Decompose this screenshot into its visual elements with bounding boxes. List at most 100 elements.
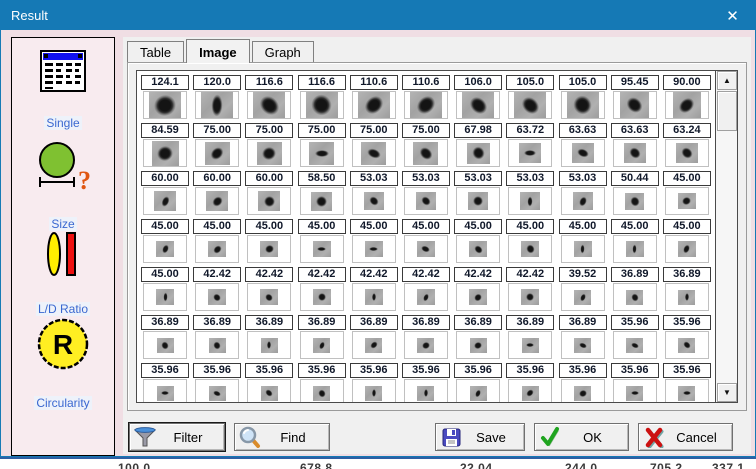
cell-value: 35.96 (245, 363, 293, 378)
image-cell[interactable]: 106.0 (454, 75, 502, 120)
image-cell[interactable]: 45.00 (141, 219, 189, 264)
image-cell[interactable]: 36.89 (298, 315, 346, 360)
image-cell[interactable]: 53.03 (402, 171, 450, 216)
image-cell[interactable]: 35.96 (402, 363, 450, 402)
image-cell[interactable]: 63.24 (663, 123, 711, 168)
image-cell[interactable]: 35.96 (245, 363, 293, 402)
tab-image[interactable]: Image (186, 39, 250, 63)
image-cell[interactable]: 50.44 (611, 171, 659, 216)
image-cell[interactable]: 95.45 (611, 75, 659, 120)
image-cell[interactable]: 36.89 (506, 315, 554, 360)
tab-graph[interactable]: Graph (252, 41, 314, 63)
image-cell[interactable]: 35.96 (193, 363, 241, 402)
image-cell[interactable]: 35.96 (611, 363, 659, 402)
cell-value: 45.00 (663, 171, 711, 186)
scrollbar-thumb[interactable] (717, 91, 737, 131)
image-cell[interactable]: 45.00 (454, 219, 502, 264)
image-cell[interactable]: 36.89 (402, 315, 450, 360)
image-cell[interactable]: 45.00 (350, 219, 398, 264)
image-cell[interactable]: 45.00 (663, 171, 711, 216)
image-cell[interactable]: 42.42 (193, 267, 241, 312)
image-cell[interactable]: 45.00 (141, 267, 189, 312)
save-button[interactable]: Save (435, 423, 525, 451)
image-cell[interactable]: 120.0 (193, 75, 241, 120)
image-cell[interactable]: 36.89 (611, 267, 659, 312)
image-cell[interactable]: 75.00 (245, 123, 293, 168)
image-cell[interactable]: 63.72 (506, 123, 554, 168)
image-cell[interactable]: 35.96 (663, 363, 711, 402)
image-cell[interactable]: 45.00 (559, 219, 607, 264)
sidebar-item-ld-ratio[interactable]: L/D Ratio (12, 230, 114, 318)
image-cell[interactable]: 35.96 (350, 363, 398, 402)
image-cell[interactable]: 63.63 (611, 123, 659, 168)
image-cell[interactable]: 45.00 (402, 219, 450, 264)
image-cell[interactable]: 53.03 (506, 171, 554, 216)
scroll-up-button[interactable]: ▲ (717, 71, 737, 90)
image-cell[interactable]: 105.0 (506, 75, 554, 120)
cell-value: 63.63 (559, 123, 607, 138)
image-cell[interactable]: 35.96 (611, 315, 659, 360)
image-cell[interactable]: 35.96 (454, 363, 502, 402)
image-cell[interactable]: 36.89 (350, 315, 398, 360)
image-cell[interactable]: 75.00 (350, 123, 398, 168)
image-cell[interactable]: 67.98 (454, 123, 502, 168)
image-cell[interactable]: 36.89 (193, 315, 241, 360)
image-cell[interactable]: 36.89 (141, 315, 189, 360)
vertical-scrollbar[interactable]: ▲ ▼ (715, 71, 737, 402)
image-cell[interactable]: 75.00 (298, 123, 346, 168)
image-cell[interactable]: 53.03 (350, 171, 398, 216)
image-cell[interactable]: 124.1 (141, 75, 189, 120)
image-cell[interactable]: 36.89 (663, 267, 711, 312)
cell-value: 36.89 (245, 315, 293, 330)
image-cell[interactable]: 45.00 (611, 219, 659, 264)
image-cell[interactable]: 39.52 (559, 267, 607, 312)
image-cell[interactable]: 75.00 (402, 123, 450, 168)
image-cell[interactable]: 42.42 (298, 267, 346, 312)
image-cell[interactable]: 110.6 (402, 75, 450, 120)
image-cell[interactable]: 35.96 (141, 363, 189, 402)
image-cell[interactable]: 35.96 (559, 363, 607, 402)
image-cell[interactable]: 45.00 (298, 219, 346, 264)
tab-table[interactable]: Table (127, 41, 184, 63)
sidebar-item-circularity[interactable]: R Circularity (12, 316, 114, 412)
image-cell[interactable]: 42.42 (506, 267, 554, 312)
find-button[interactable]: Find (234, 423, 330, 451)
cancel-button[interactable]: Cancel (638, 423, 733, 451)
image-cell[interactable]: 60.00 (193, 171, 241, 216)
cell-value: 45.00 (245, 219, 293, 234)
image-cell[interactable]: 42.42 (402, 267, 450, 312)
image-cell[interactable]: 45.00 (663, 219, 711, 264)
image-cell[interactable]: 105.0 (559, 75, 607, 120)
image-cell[interactable]: 90.00 (663, 75, 711, 120)
ok-button[interactable]: OK (534, 423, 629, 451)
image-cell[interactable]: 60.00 (245, 171, 293, 216)
image-cell[interactable]: 42.42 (245, 267, 293, 312)
image-cell[interactable]: 42.42 (454, 267, 502, 312)
image-cell[interactable]: 60.00 (141, 171, 189, 216)
image-cell[interactable]: 63.63 (559, 123, 607, 168)
image-cell[interactable]: 45.00 (193, 219, 241, 264)
image-cell[interactable]: 35.96 (506, 363, 554, 402)
filter-button[interactable]: Filter (129, 423, 225, 451)
image-cell[interactable]: 116.6 (298, 75, 346, 120)
image-cell[interactable]: 35.96 (663, 315, 711, 360)
close-button[interactable]: ✕ (710, 1, 755, 30)
image-cell[interactable]: 36.89 (245, 315, 293, 360)
image-cell[interactable]: 84.59 (141, 123, 189, 168)
image-cell[interactable]: 53.03 (559, 171, 607, 216)
image-cell[interactable]: 53.03 (454, 171, 502, 216)
image-cell[interactable]: 45.00 (506, 219, 554, 264)
image-cell[interactable]: 116.6 (245, 75, 293, 120)
particle-thumbnail (508, 283, 552, 311)
scroll-down-button[interactable]: ▼ (717, 383, 737, 402)
image-cell[interactable]: 58.50 (298, 171, 346, 216)
sidebar-item-single[interactable]: Single (12, 50, 114, 132)
image-cell[interactable]: 36.89 (454, 315, 502, 360)
sidebar-item-size[interactable]: ? Size (12, 141, 114, 233)
image-cell[interactable]: 42.42 (350, 267, 398, 312)
image-cell[interactable]: 110.6 (350, 75, 398, 120)
image-cell[interactable]: 35.96 (298, 363, 346, 402)
image-cell[interactable]: 45.00 (245, 219, 293, 264)
image-cell[interactable]: 75.00 (193, 123, 241, 168)
image-cell[interactable]: 36.89 (559, 315, 607, 360)
